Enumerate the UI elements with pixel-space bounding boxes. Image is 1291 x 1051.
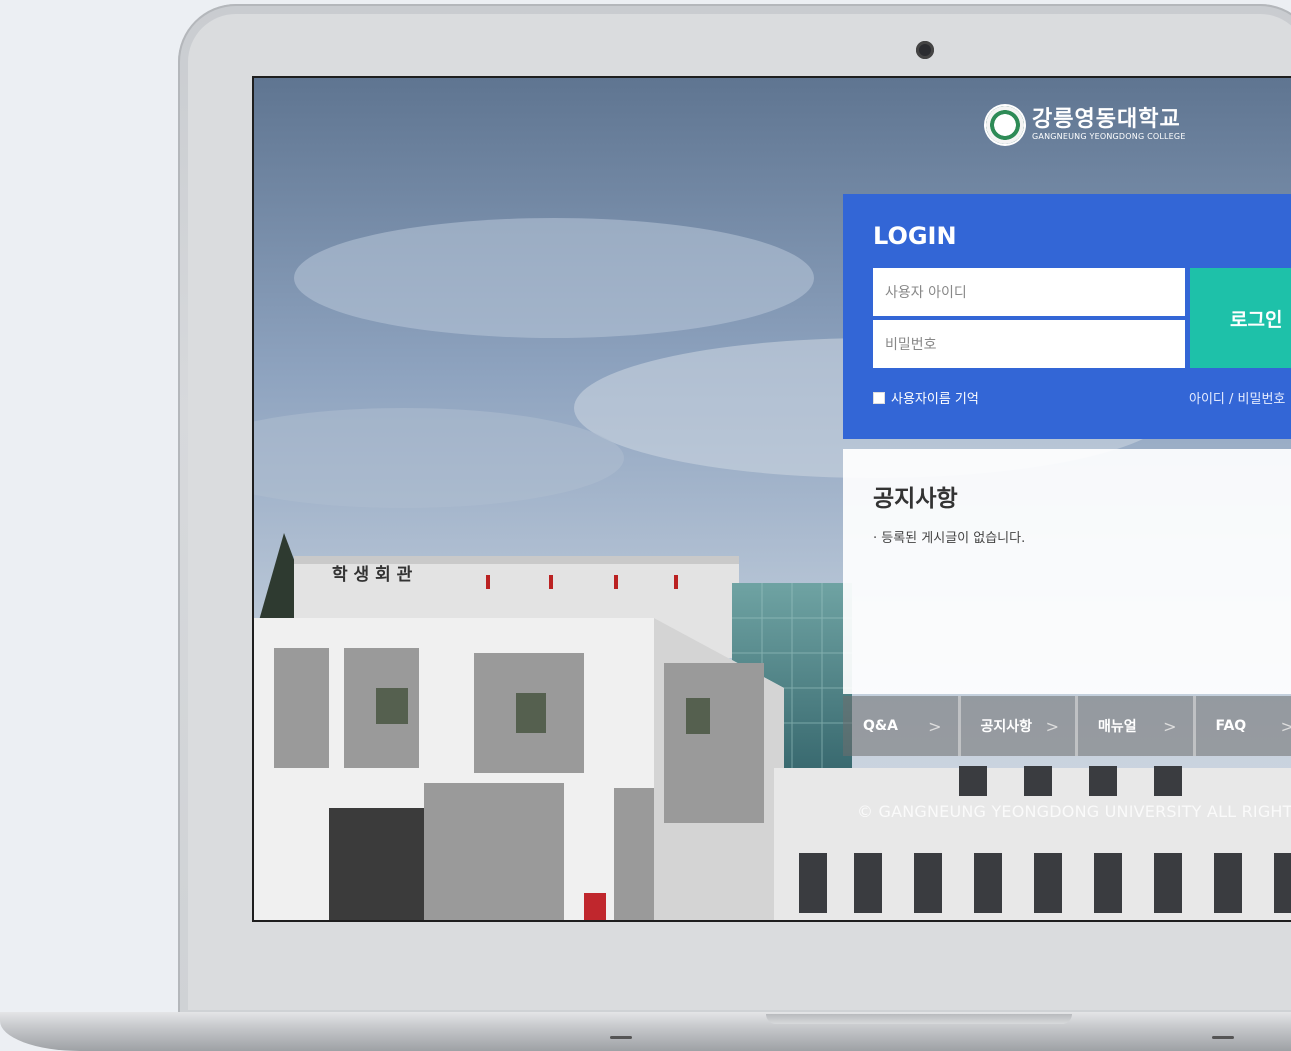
find-account-link[interactable]: 아이디 / 비밀번호 xyxy=(1189,388,1285,407)
building-sign: 학 생 회 관 xyxy=(332,565,413,585)
chevron-right-icon: > xyxy=(1045,716,1059,736)
college-logo[interactable]: 강릉영동대학교 GANGNEUNG YEONGDONG COLLEGE xyxy=(986,106,1186,144)
quicklink-qna[interactable]: Q&A > xyxy=(843,696,961,756)
login-button[interactable]: 로그인 xyxy=(1190,268,1291,368)
username-input[interactable]: 사용자 아이디 xyxy=(873,268,1185,316)
quick-links-bar: Q&A > 공지사항 > 매뉴얼 > FAQ > xyxy=(843,696,1291,756)
login-button-label: 로그인 xyxy=(1230,308,1283,331)
chevron-right-icon: > xyxy=(928,716,942,736)
chevron-right-icon: > xyxy=(1163,716,1177,736)
notice-title: 공지사항 xyxy=(873,486,958,512)
college-subtitle: GANGNEUNG YEONGDONG COLLEGE xyxy=(1032,132,1186,141)
laptop-base xyxy=(0,1012,1291,1051)
laptop-foot xyxy=(1212,1036,1234,1039)
webcam xyxy=(916,41,934,59)
remember-label: 사용자이름 기억 xyxy=(891,392,979,407)
login-title: LOGIN xyxy=(873,222,957,250)
quicklink-manual[interactable]: 매뉴얼 > xyxy=(1078,696,1196,756)
laptop-screen: 학 생 회 관 강릉영동대학교 GANGNEUNG YEONGDONG COLL… xyxy=(252,76,1291,922)
quicklink-faq[interactable]: FAQ > xyxy=(1196,696,1291,756)
college-name: 강릉영동대학교 xyxy=(1032,107,1181,132)
quicklink-label: Q&A xyxy=(863,718,898,734)
quicklink-notice[interactable]: 공지사항 > xyxy=(961,696,1078,756)
copyright-text: © GANGNEUNG YEONGDONG UNIVERSITY ALL RIG… xyxy=(857,802,1291,821)
login-panel: LOGIN 사용자 아이디 비밀번호 로그인 사용자이름 기억 아이디 / 비밀… xyxy=(843,194,1291,439)
username-placeholder: 사용자 아이디 xyxy=(885,285,967,301)
logo-text: 강릉영동대학교 GANGNEUNG YEONGDONG COLLEGE xyxy=(1032,108,1186,142)
laptop-foot xyxy=(610,1036,632,1039)
quicklink-label: 매뉴얼 xyxy=(1098,719,1137,735)
quicklink-label: FAQ xyxy=(1215,718,1247,734)
remember-username[interactable]: 사용자이름 기억 xyxy=(873,388,979,407)
password-input[interactable]: 비밀번호 xyxy=(873,320,1185,368)
notice-empty-message: · 등록된 게시글이 없습니다. xyxy=(873,531,1026,546)
quicklink-label: 공지사항 xyxy=(980,719,1033,735)
college-emblem-icon xyxy=(986,106,1024,144)
remember-checkbox[interactable] xyxy=(873,391,885,404)
password-placeholder: 비밀번호 xyxy=(885,337,937,353)
chevron-right-icon: > xyxy=(1280,716,1291,736)
notice-panel: 공지사항 · 등록된 게시글이 없습니다. xyxy=(843,449,1291,694)
laptop-hinge-notch xyxy=(766,1014,1072,1024)
